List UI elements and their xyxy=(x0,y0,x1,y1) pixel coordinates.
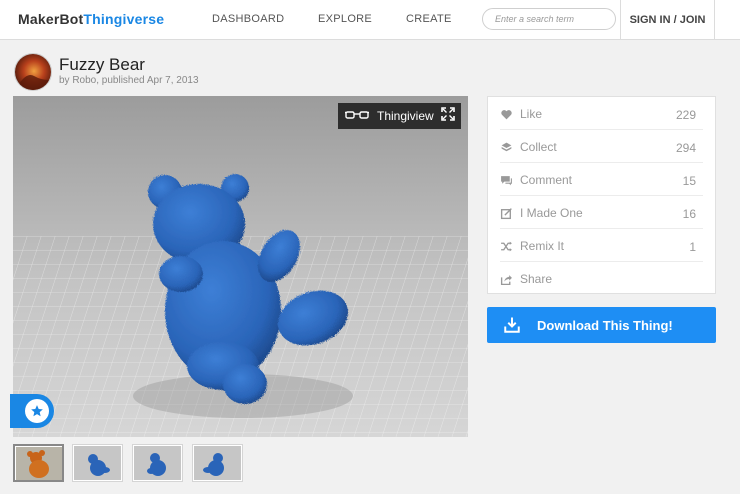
fullscreen-button[interactable] xyxy=(435,103,461,129)
thing-byline: by Robo, published Apr 7, 2013 xyxy=(59,75,199,86)
like-count: 229 xyxy=(675,108,696,122)
expand-icon xyxy=(441,106,455,126)
nav-dashboard-link[interactable]: DASHBOARD xyxy=(212,13,284,25)
nav-explore-link[interactable]: EXPLORE xyxy=(318,13,372,25)
comment-action[interactable]: Comment 15 xyxy=(500,163,703,196)
bear-render-thumbnail xyxy=(194,446,241,480)
thingiverse-logo[interactable]: MakerBotThingiverse xyxy=(18,11,164,27)
i-made-one-count: 16 xyxy=(682,207,696,221)
creator-avatar[interactable] xyxy=(14,53,52,91)
download-label: Download This Thing! xyxy=(537,318,673,333)
search-box xyxy=(482,8,616,30)
comment-label: Comment xyxy=(520,173,573,187)
bear-render-thumbnail xyxy=(134,446,181,480)
i-made-one-action[interactable]: I Made One 16 xyxy=(500,196,703,229)
like-action[interactable]: Like 229 xyxy=(500,97,703,130)
thingiview-button[interactable]: Thingiview xyxy=(338,103,444,129)
remix-action[interactable]: Remix It 1 xyxy=(500,229,703,262)
star-icon xyxy=(25,399,49,423)
collect-label: Collect xyxy=(520,140,557,154)
remix-icon xyxy=(500,240,513,253)
thumbnail-3[interactable] xyxy=(132,444,183,482)
thumbnail-2[interactable] xyxy=(72,444,123,482)
share-label: Share xyxy=(520,272,553,286)
logo-thingiverse-text: Thingiverse xyxy=(83,11,165,27)
i-made-one-label: I Made One xyxy=(520,206,583,220)
top-navigation-bar: MakerBotThingiverse DASHBOARD EXPLORE CR… xyxy=(0,0,740,40)
comment-icon xyxy=(500,174,513,187)
comment-count: 15 xyxy=(682,174,696,188)
like-label: Like xyxy=(520,107,543,121)
nav-create-link[interactable]: CREATE xyxy=(406,13,452,25)
bear-photo-thumbnail xyxy=(16,447,62,480)
sign-in-join-button[interactable]: SIGN IN / JOIN xyxy=(620,0,715,40)
collect-icon xyxy=(500,141,513,154)
logo-makerbot-text: MakerBot xyxy=(18,11,84,27)
download-button[interactable]: Download This Thing! xyxy=(487,307,716,343)
thing-actions-panel: Like 229 Collect 294 Comment 15 I Made O… xyxy=(487,96,716,294)
remix-label: Remix It xyxy=(520,239,565,253)
featured-badge[interactable] xyxy=(10,394,54,428)
remix-count: 1 xyxy=(689,240,696,254)
download-icon xyxy=(503,316,521,339)
bear-render-thumbnail xyxy=(74,446,121,480)
search-input[interactable] xyxy=(483,9,615,29)
3d-glasses-icon xyxy=(344,109,370,124)
bear-render-image xyxy=(13,96,468,437)
share-action[interactable]: Share xyxy=(500,262,703,295)
collect-action[interactable]: Collect 294 xyxy=(500,130,703,163)
collect-count: 294 xyxy=(675,141,696,155)
thumbnail-4[interactable] xyxy=(192,444,243,482)
made-icon xyxy=(500,207,513,220)
share-icon xyxy=(500,273,513,286)
thing-image-viewer[interactable]: Thingiview xyxy=(13,96,468,437)
heart-icon xyxy=(500,108,513,121)
thing-title: Fuzzy Bear xyxy=(59,55,145,74)
thingiview-label: Thingiview xyxy=(377,109,434,123)
thumbnail-1[interactable] xyxy=(13,444,64,482)
